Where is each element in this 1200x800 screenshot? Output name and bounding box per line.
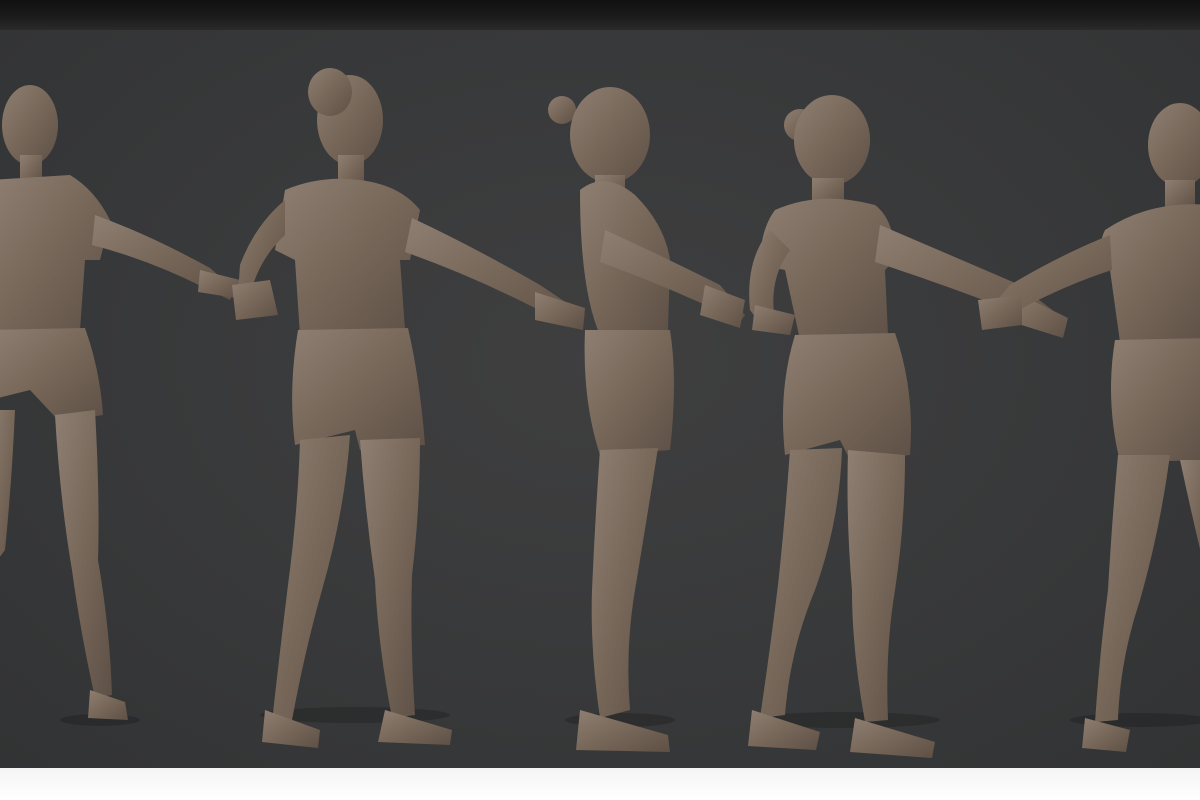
character-turnaround (0, 68, 1200, 758)
render-frame (0, 0, 1200, 800)
figure-front-view (0, 85, 240, 726)
top-border (0, 0, 1200, 30)
figure-back-view (978, 103, 1200, 752)
figure-side-view (548, 87, 745, 752)
sculpt-viewport (0, 30, 1200, 768)
figure-three-quarter-view (232, 68, 585, 748)
figure-back-three-quarter-view (748, 95, 1068, 758)
bottom-border (0, 768, 1200, 800)
